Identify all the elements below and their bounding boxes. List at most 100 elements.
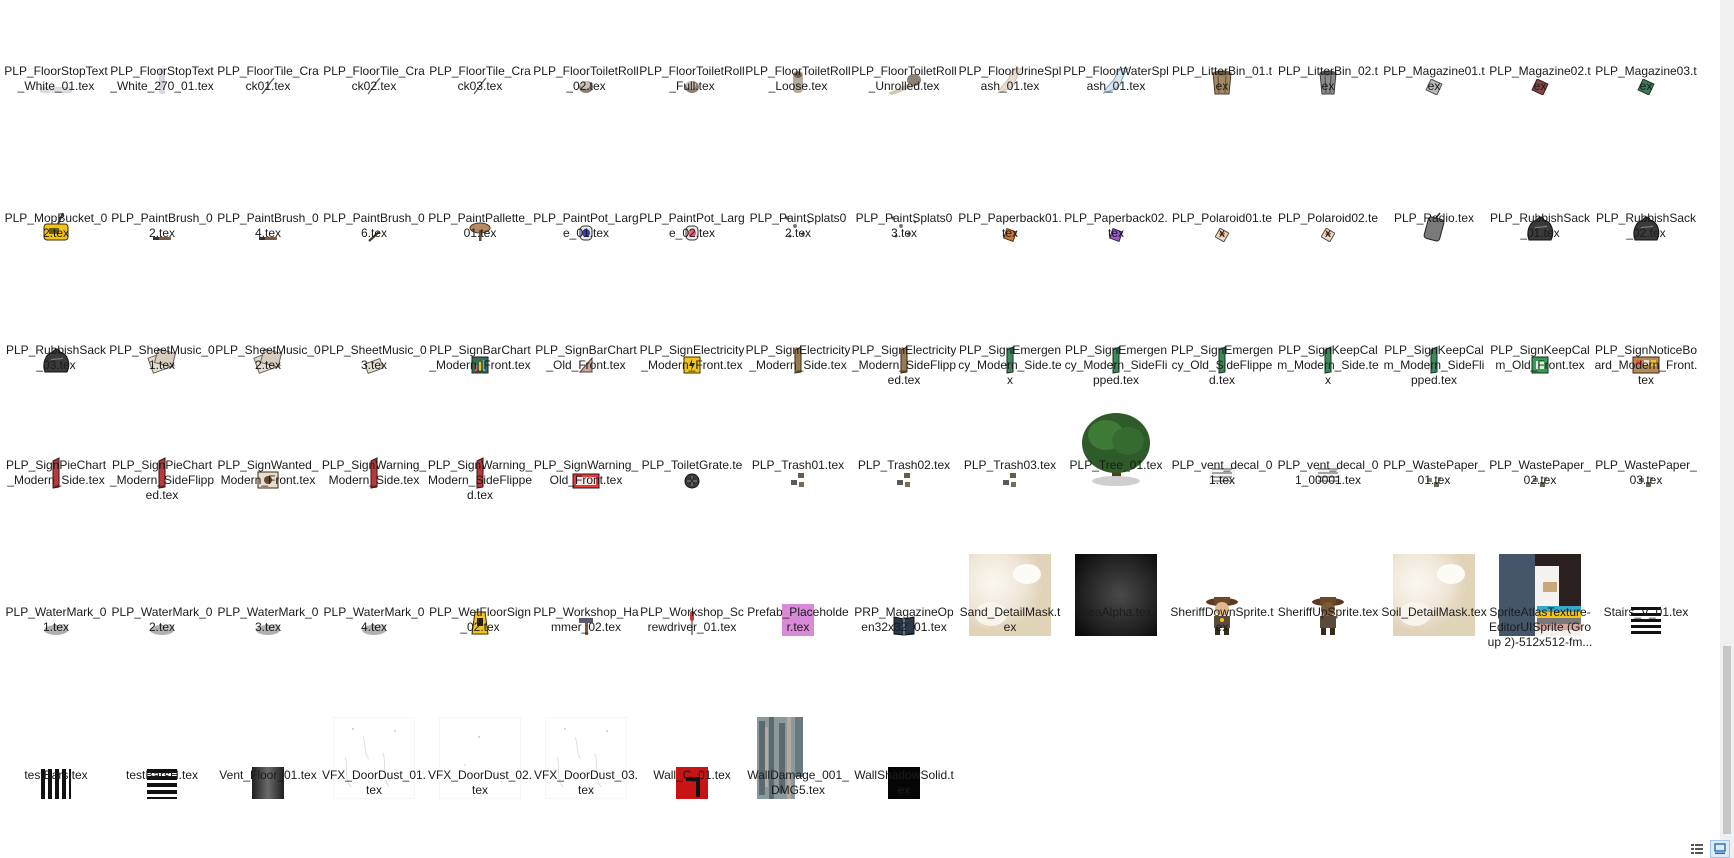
- file-name: PLP_FloorWaterSplash_01.tex: [1063, 64, 1169, 93]
- large-icons-view-button[interactable]: [1710, 840, 1730, 858]
- file-name: PLP_LitterBin_02.tex: [1277, 64, 1379, 93]
- file-name: PLP_MopBucket_02.tex: [4, 211, 108, 240]
- stairs-thumbnail-icon: [1601, 546, 1691, 636]
- file-name: PLP_FloorToiletRoll_Loose.tex: [745, 64, 851, 93]
- file-name: Soil_DetailMask.tex: [1381, 605, 1487, 619]
- file-name: PLP_SignPieChart_Modern_Side.tex: [5, 458, 107, 487]
- file-name: PLP_SignWanted_Modern_Front.tex: [217, 458, 319, 487]
- tree-thumbnail-icon: [1071, 399, 1161, 489]
- file-name: PLP_RubbishSack_01.tex: [1489, 211, 1591, 240]
- view-switcher: [1687, 840, 1730, 858]
- file-name: PLP_PaintPot_Large_02.tex: [639, 211, 745, 240]
- details-view-icon: [1691, 844, 1703, 854]
- file-name: PLP_Magazine03.tex: [1595, 64, 1697, 93]
- file-name: PLP_RubbishSack_02.tex: [1595, 211, 1697, 240]
- file-name: PLP_Trash02.tex: [857, 458, 951, 472]
- file-name: PLP_SignElectricity_Modern_Side.tex: [745, 343, 851, 372]
- file-name: PLP_PaintPot_Large_01.tex: [533, 211, 639, 240]
- scrollbar-thumb[interactable]: [1723, 646, 1731, 834]
- file-name: WallDamage_001_DMG5.tex: [747, 768, 849, 797]
- file-name: Wall_C_01.tex: [653, 768, 731, 782]
- file-name: PLP_SignBarChart_Modern_Front.tex: [429, 343, 531, 372]
- file-name: testBars.tex: [24, 768, 88, 782]
- file-name: PLP_FloorToiletRoll_Unrolled.tex: [851, 64, 957, 93]
- file-name: PLP_Trash01.tex: [751, 458, 845, 472]
- file-name: PLP_FloorToiletRoll_Full.tex: [639, 64, 745, 93]
- file-name: PLP_SignKeepCalm_Old_Front.tex: [1490, 343, 1590, 372]
- file-name: PLP_Tree_01.tex: [1069, 458, 1163, 472]
- file-name: PLP_FloorUrineSplash_01.tex: [958, 64, 1062, 93]
- file-name: PLP_SignElectricity_Modern_Front.tex: [639, 343, 745, 372]
- file-name: PLP_SignPieChart_Modern_SideFlipped.tex: [109, 458, 215, 502]
- file-name: PLP_WetFloorSign_02.tex: [429, 605, 531, 634]
- file-name: PLP_SignWarning_Modern_Side.tex: [321, 458, 427, 487]
- trash-thumbnail-icon: [965, 399, 1055, 489]
- file-name: SpriteAtlasTexture-EditorUISprite (Group…: [1487, 605, 1593, 649]
- file-name: PLP_WaterMark_03.tex: [217, 605, 319, 634]
- test-bars-horizontal-thumbnail-icon: [117, 709, 207, 799]
- file-name: PLP_PaintPallette_01.tex: [428, 211, 532, 240]
- file-name: PLP_ToiletGrate.tex: [641, 458, 743, 487]
- file-name: PLP_WaterMark_01.tex: [5, 605, 107, 634]
- file-name: SheriffUpSprite.tex: [1277, 605, 1379, 619]
- file-name: PLP_Paperback01.tex: [958, 211, 1062, 240]
- file-name: PLP_PaintBrush_06.tex: [323, 211, 425, 240]
- file-name: PLP_Workshop_Hammer_02.tex: [533, 605, 639, 634]
- file-name: PLP_WaterMark_02.tex: [111, 605, 213, 634]
- file-name: VFX_DoorDust_03.tex: [533, 768, 639, 797]
- file-name: VFX_DoorDust_02.tex: [427, 768, 533, 797]
- file-name: PLP_FloorTile_Crack03.tex: [429, 64, 531, 93]
- details-view-button[interactable]: [1687, 840, 1707, 858]
- file-name: WallShadowSolid.tex: [854, 768, 954, 797]
- sheriff-sprite-thumbnail-icon: [1283, 546, 1373, 636]
- file-name: Stairs_V_01.tex: [1603, 605, 1689, 619]
- file-grid: STOP PLP_FloorStopText_White_01.tex PLP_Fl…: [0, 0, 1720, 858]
- file-name: testBarsH.tex: [125, 768, 199, 782]
- file-name: PLP_SignEmergency_Old_SideFlipped.tex: [1170, 343, 1274, 387]
- file-name: PLP_vent_decal_01.tex: [1171, 458, 1273, 487]
- file-name: PLP_FloorStopText_White_270_01.tex: [110, 64, 214, 93]
- file-name: PLP_SignWarning_Modern_SideFlipped.tex: [427, 458, 533, 502]
- file-name: Prefab_Placeholder.tex: [747, 605, 849, 634]
- file-name: PLP_WaterMark_04.tex: [323, 605, 425, 634]
- file-name: PLP_LitterBin_01.tex: [1171, 64, 1273, 93]
- file-name: PLP_Trash03.tex: [963, 458, 1057, 472]
- file-name: PLP_SheetMusic_01.tex: [109, 343, 215, 372]
- file-name: PLP_PaintSplats03.tex: [855, 211, 953, 240]
- file-name: PLP_SheetMusic_03.tex: [321, 343, 427, 372]
- file-name: PLP_FloorToiletRoll_02.tex: [533, 64, 639, 93]
- file-name: PLP_SignElectricity_Modern_SideFlipped.t…: [851, 343, 957, 387]
- file-name: Sand_DetailMask.tex: [959, 605, 1061, 634]
- file-name: PLP_WastePaper_02.tex: [1489, 458, 1591, 487]
- file-name: PLP_Magazine01.tex: [1383, 64, 1485, 93]
- test-bars-thumbnail-icon: [11, 709, 101, 799]
- file-name: PLP_FloorTile_Crack01.tex: [217, 64, 319, 93]
- file-name: PLP_SignEmergency_Modern_Side.tex: [958, 343, 1062, 387]
- trash-thumbnail-icon: [859, 399, 949, 489]
- file-name: PLP_SignKeepCalm_Modern_SideFlipped.tex: [1383, 343, 1485, 387]
- file-name: PLP_WastePaper_03.tex: [1595, 458, 1697, 487]
- file-name: PLP_Paperback02.tex: [1064, 211, 1168, 240]
- file-name: PLP_RubbishSack_03.tex: [5, 343, 107, 372]
- file-name: PLP_FloorStopText_White_01.tex: [4, 64, 108, 93]
- file-name: PLP_PaintSplats02.tex: [749, 211, 847, 240]
- file-name: SheriffDownSprite.tex: [1170, 605, 1274, 634]
- vent-floor-thumbnail-icon: [223, 709, 313, 799]
- file-name: PLP_Polaroid01.tex: [1171, 211, 1273, 240]
- file-name: PLP_FloorTile_Crack02.tex: [323, 64, 425, 93]
- file-name: PLP_SignEmergency_Modern_SideFlipped.tex: [1064, 343, 1168, 387]
- vertical-scrollbar[interactable]: [1720, 0, 1734, 858]
- trash-thumbnail-icon: [753, 399, 843, 489]
- file-name: PRP_MagazineOpen32x32_01.tex: [854, 605, 954, 634]
- radio-thumbnail-icon: [1389, 152, 1479, 242]
- soil-mask-thumbnail-icon: [1389, 546, 1479, 636]
- file-name: PLP_WastePaper_01.tex: [1383, 458, 1485, 487]
- large-icons-view-icon: [1714, 843, 1726, 854]
- file-name: PLP_Polaroid02.tex: [1277, 211, 1379, 240]
- file-name: PLP_Radio.tex: [1393, 211, 1475, 225]
- sea-alpha-thumbnail-icon: [1071, 546, 1161, 636]
- file-name: PLP_SignBarChart_Old_Front.tex: [535, 343, 637, 372]
- file-name: SeaAlpha.tex: [1080, 605, 1152, 619]
- file-name: PLP_Workshop_Screwdriver_01.tex: [640, 605, 744, 634]
- file-name: PLP_Magazine02.tex: [1489, 64, 1591, 93]
